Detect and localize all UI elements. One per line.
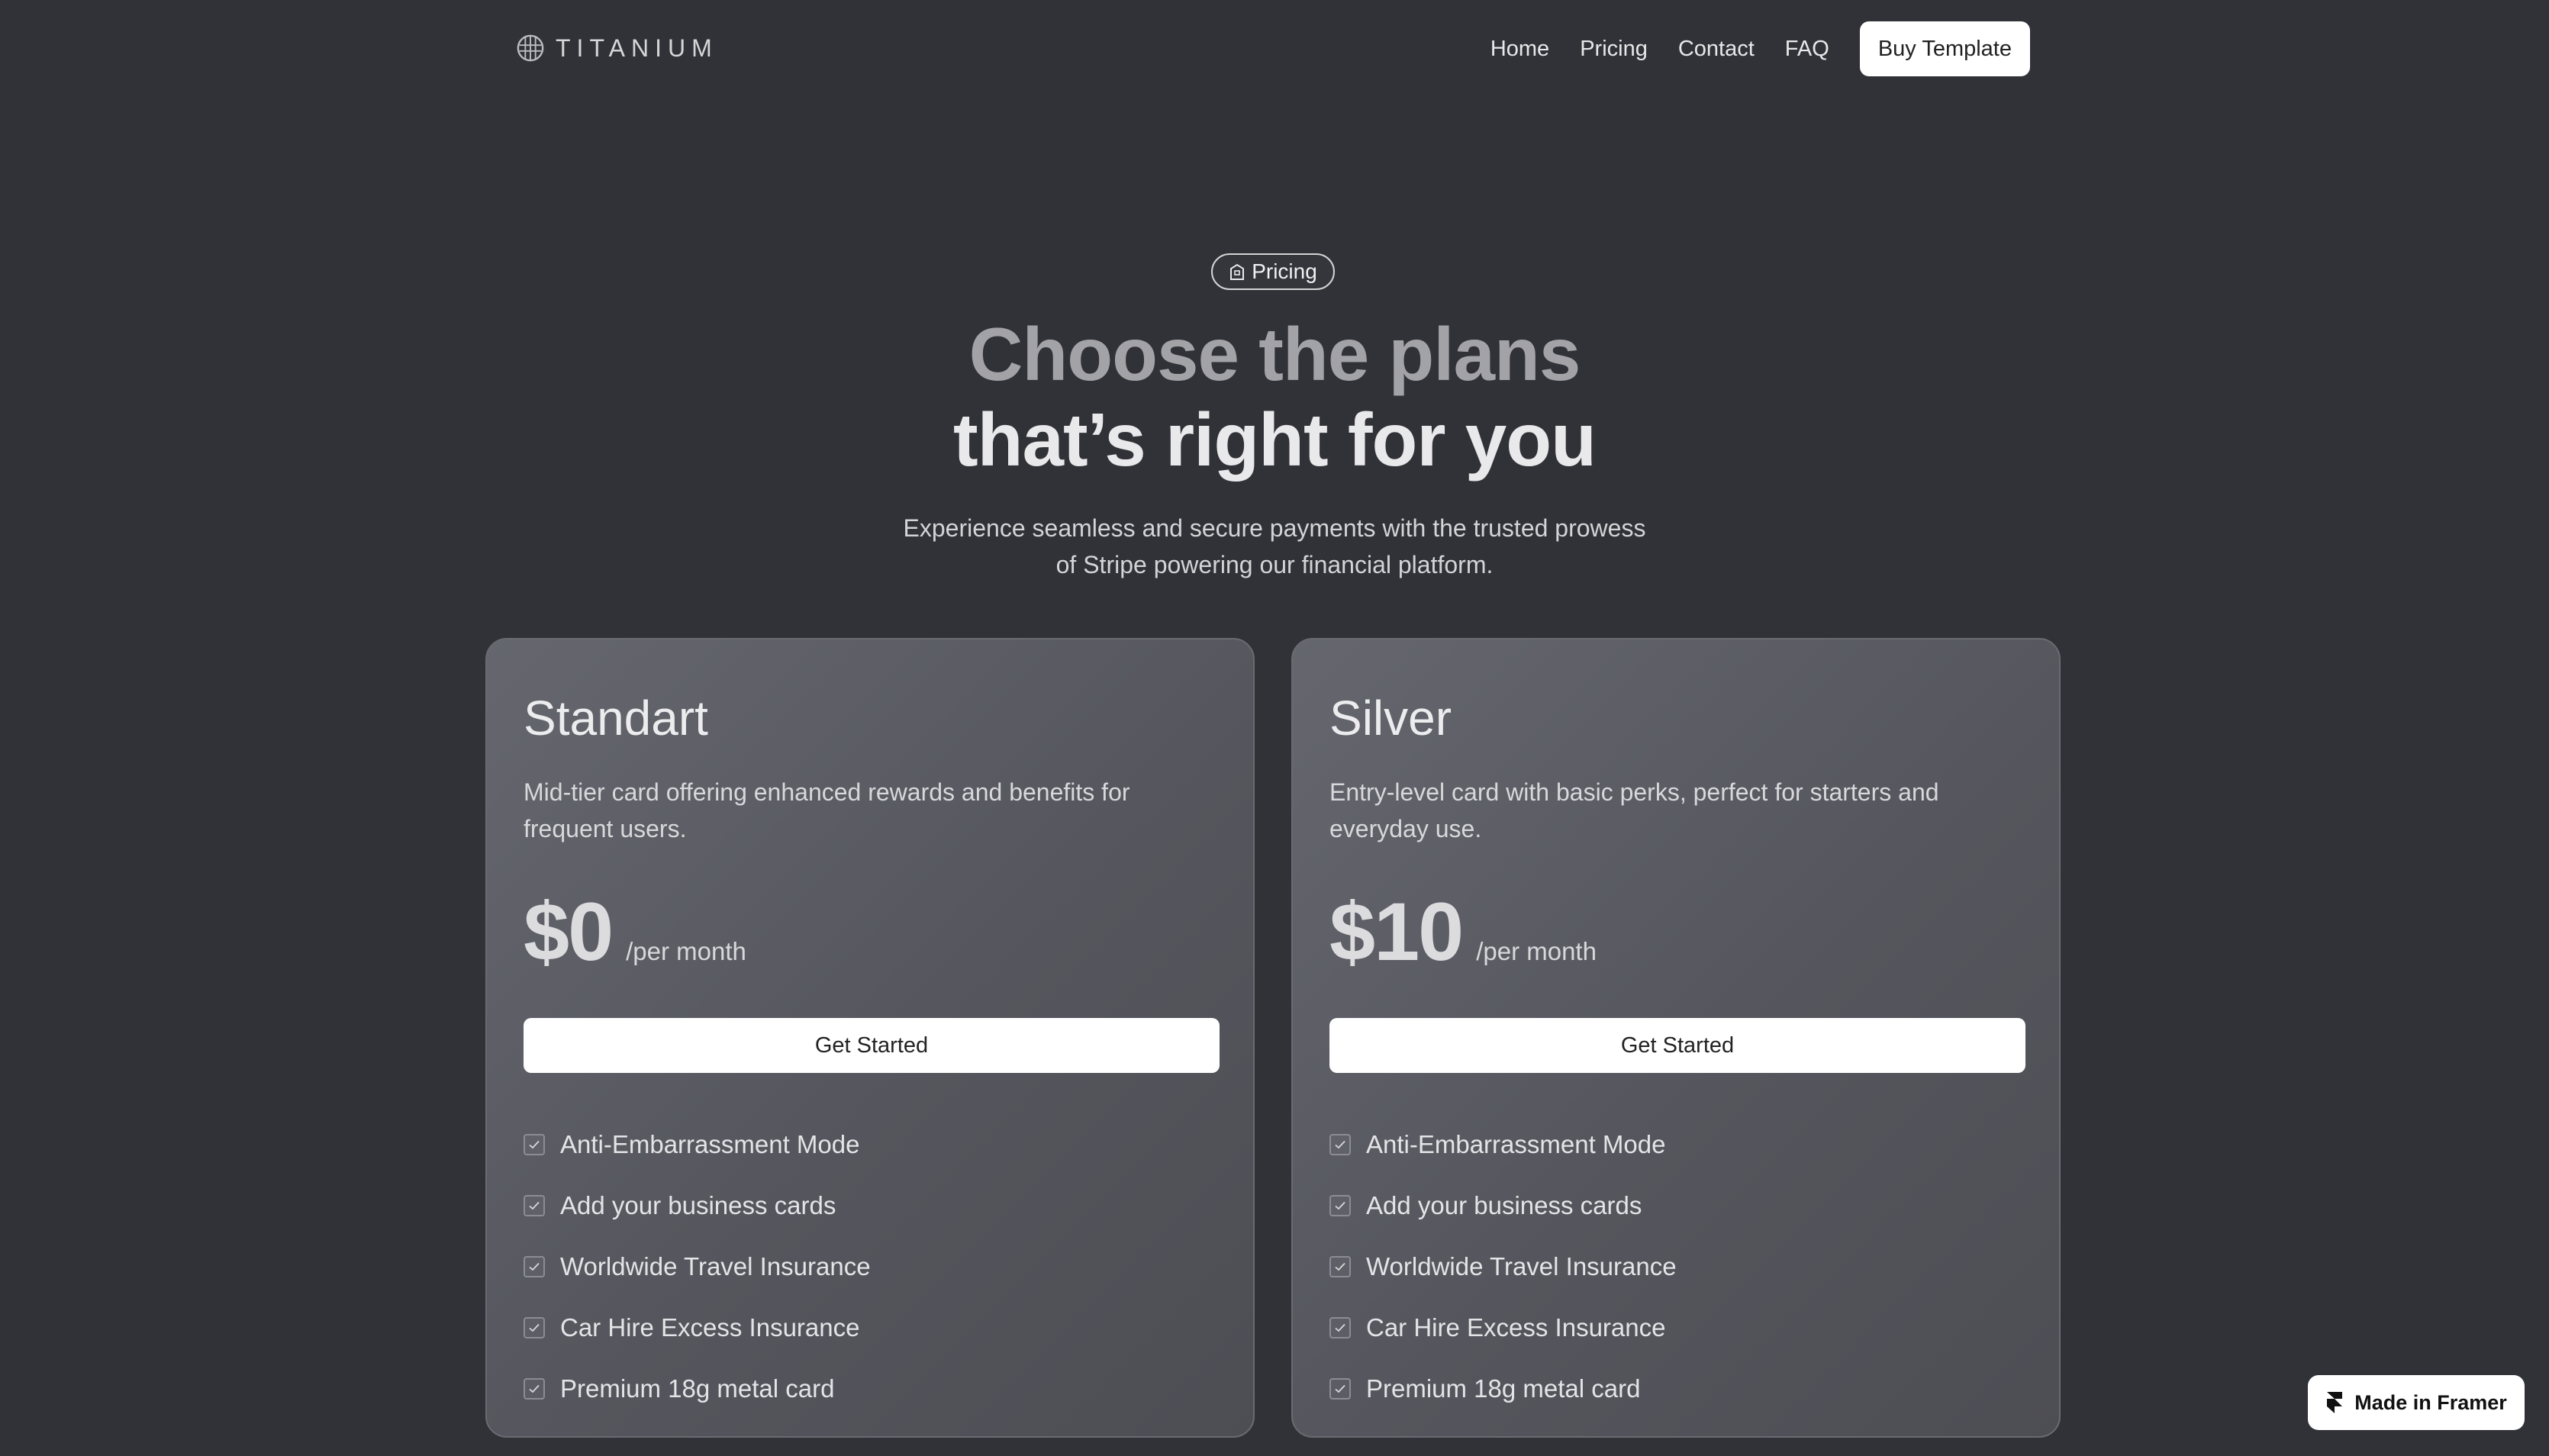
plan-period: /per month [626, 937, 746, 965]
get-started-button[interactable]: Get Started [1329, 1018, 2025, 1073]
feature-label: Add your business cards [560, 1191, 836, 1219]
plan-price: $10 [1329, 885, 1464, 978]
check-icon [524, 1378, 545, 1400]
framer-badge-label: Made in Framer [2354, 1390, 2507, 1414]
feature-label: Anti-Embarrassment Mode [1366, 1130, 1666, 1158]
feature-label: Worldwide Travel Insurance [560, 1252, 871, 1280]
building-icon [1230, 263, 1245, 280]
get-started-button[interactable]: Get Started [524, 1018, 1220, 1073]
page-subtitle: Experience seamless and secure payments … [903, 514, 1646, 578]
feature-item: Add your business cards [524, 1175, 871, 1236]
headline-line-2: that’s right for you [953, 398, 1597, 482]
framer-icon [2327, 1392, 2343, 1413]
made-in-framer-badge[interactable]: Made in Framer [2308, 1375, 2525, 1430]
headline-line-1: Choose the plans [968, 312, 1581, 396]
check-icon [1329, 1134, 1351, 1155]
check-icon [1329, 1317, 1351, 1338]
check-icon [1329, 1256, 1351, 1277]
nav-links: Home Pricing Contact FAQ Buy Template [1490, 21, 2030, 76]
feature-item: Anti-Embarrassment Mode [524, 1114, 871, 1175]
plan-description: Entry-level card with basic perks, perfe… [1329, 778, 1939, 842]
feature-item: Worldwide Travel Insurance [524, 1236, 871, 1297]
feature-item: Premium 18g metal card [1329, 1358, 1677, 1419]
feature-item: Premium 18g metal card [524, 1358, 871, 1419]
logo-text: TITANIUM [556, 34, 718, 62]
feature-item: Worldwide Travel Insurance [1329, 1236, 1677, 1297]
nav-link-faq[interactable]: FAQ [1785, 37, 1829, 62]
feature-item: Car Hire Excess Insurance [524, 1297, 871, 1358]
check-icon [524, 1317, 545, 1338]
titanium-logo-icon [517, 34, 544, 62]
plan-name: Standart [524, 691, 708, 746]
plan-card-silver: Silver Entry-level card with basic perks… [1291, 638, 2061, 1438]
feature-label: Premium 18g metal card [560, 1374, 835, 1403]
plan-period: /per month [1476, 937, 1597, 965]
logo[interactable]: TITANIUM [516, 34, 718, 63]
plan-card-standart: Standart Mid-tier card offering enhanced… [485, 638, 1255, 1438]
feature-list: Anti-Embarrassment Mode Add your busines… [1329, 1114, 1677, 1419]
nav-link-pricing[interactable]: Pricing [1580, 37, 1648, 62]
plan-price: $0 [524, 885, 614, 978]
feature-list: Anti-Embarrassment Mode Add your busines… [524, 1114, 871, 1419]
feature-item: Car Hire Excess Insurance [1329, 1297, 1677, 1358]
feature-label: Car Hire Excess Insurance [1366, 1313, 1666, 1342]
plan-description: Mid-tier card offering enhanced rewards … [524, 778, 1130, 842]
buy-template-button[interactable]: Buy Template [1859, 21, 2030, 76]
plan-name: Silver [1329, 691, 1452, 746]
pricing-page: TITANIUM Home Pricing Contact FAQ Buy Te… [0, 0, 2549, 1456]
check-icon [524, 1195, 545, 1216]
nav-link-home[interactable]: Home [1490, 37, 1549, 62]
feature-label: Car Hire Excess Insurance [560, 1313, 860, 1342]
page-headline: Choose the plans that’s right for you [0, 311, 2549, 482]
feature-label: Add your business cards [1366, 1191, 1642, 1219]
feature-label: Anti-Embarrassment Mode [560, 1130, 860, 1158]
feature-label: Worldwide Travel Insurance [1366, 1252, 1677, 1280]
pricing-badge: Pricing [1211, 253, 1335, 290]
price-row: $0 /per month [524, 884, 746, 979]
check-icon [524, 1256, 545, 1277]
feature-label: Premium 18g metal card [1366, 1374, 1641, 1403]
top-nav: TITANIUM Home Pricing Contact FAQ Buy Te… [0, 0, 2549, 98]
feature-item: Anti-Embarrassment Mode [1329, 1114, 1677, 1175]
check-icon [1329, 1195, 1351, 1216]
check-icon [1329, 1378, 1351, 1400]
feature-item: Add your business cards [1329, 1175, 1677, 1236]
check-icon [524, 1134, 545, 1155]
price-row: $10 /per month [1329, 884, 1597, 979]
nav-link-contact[interactable]: Contact [1678, 37, 1755, 62]
pricing-badge-label: Pricing [1252, 259, 1317, 283]
